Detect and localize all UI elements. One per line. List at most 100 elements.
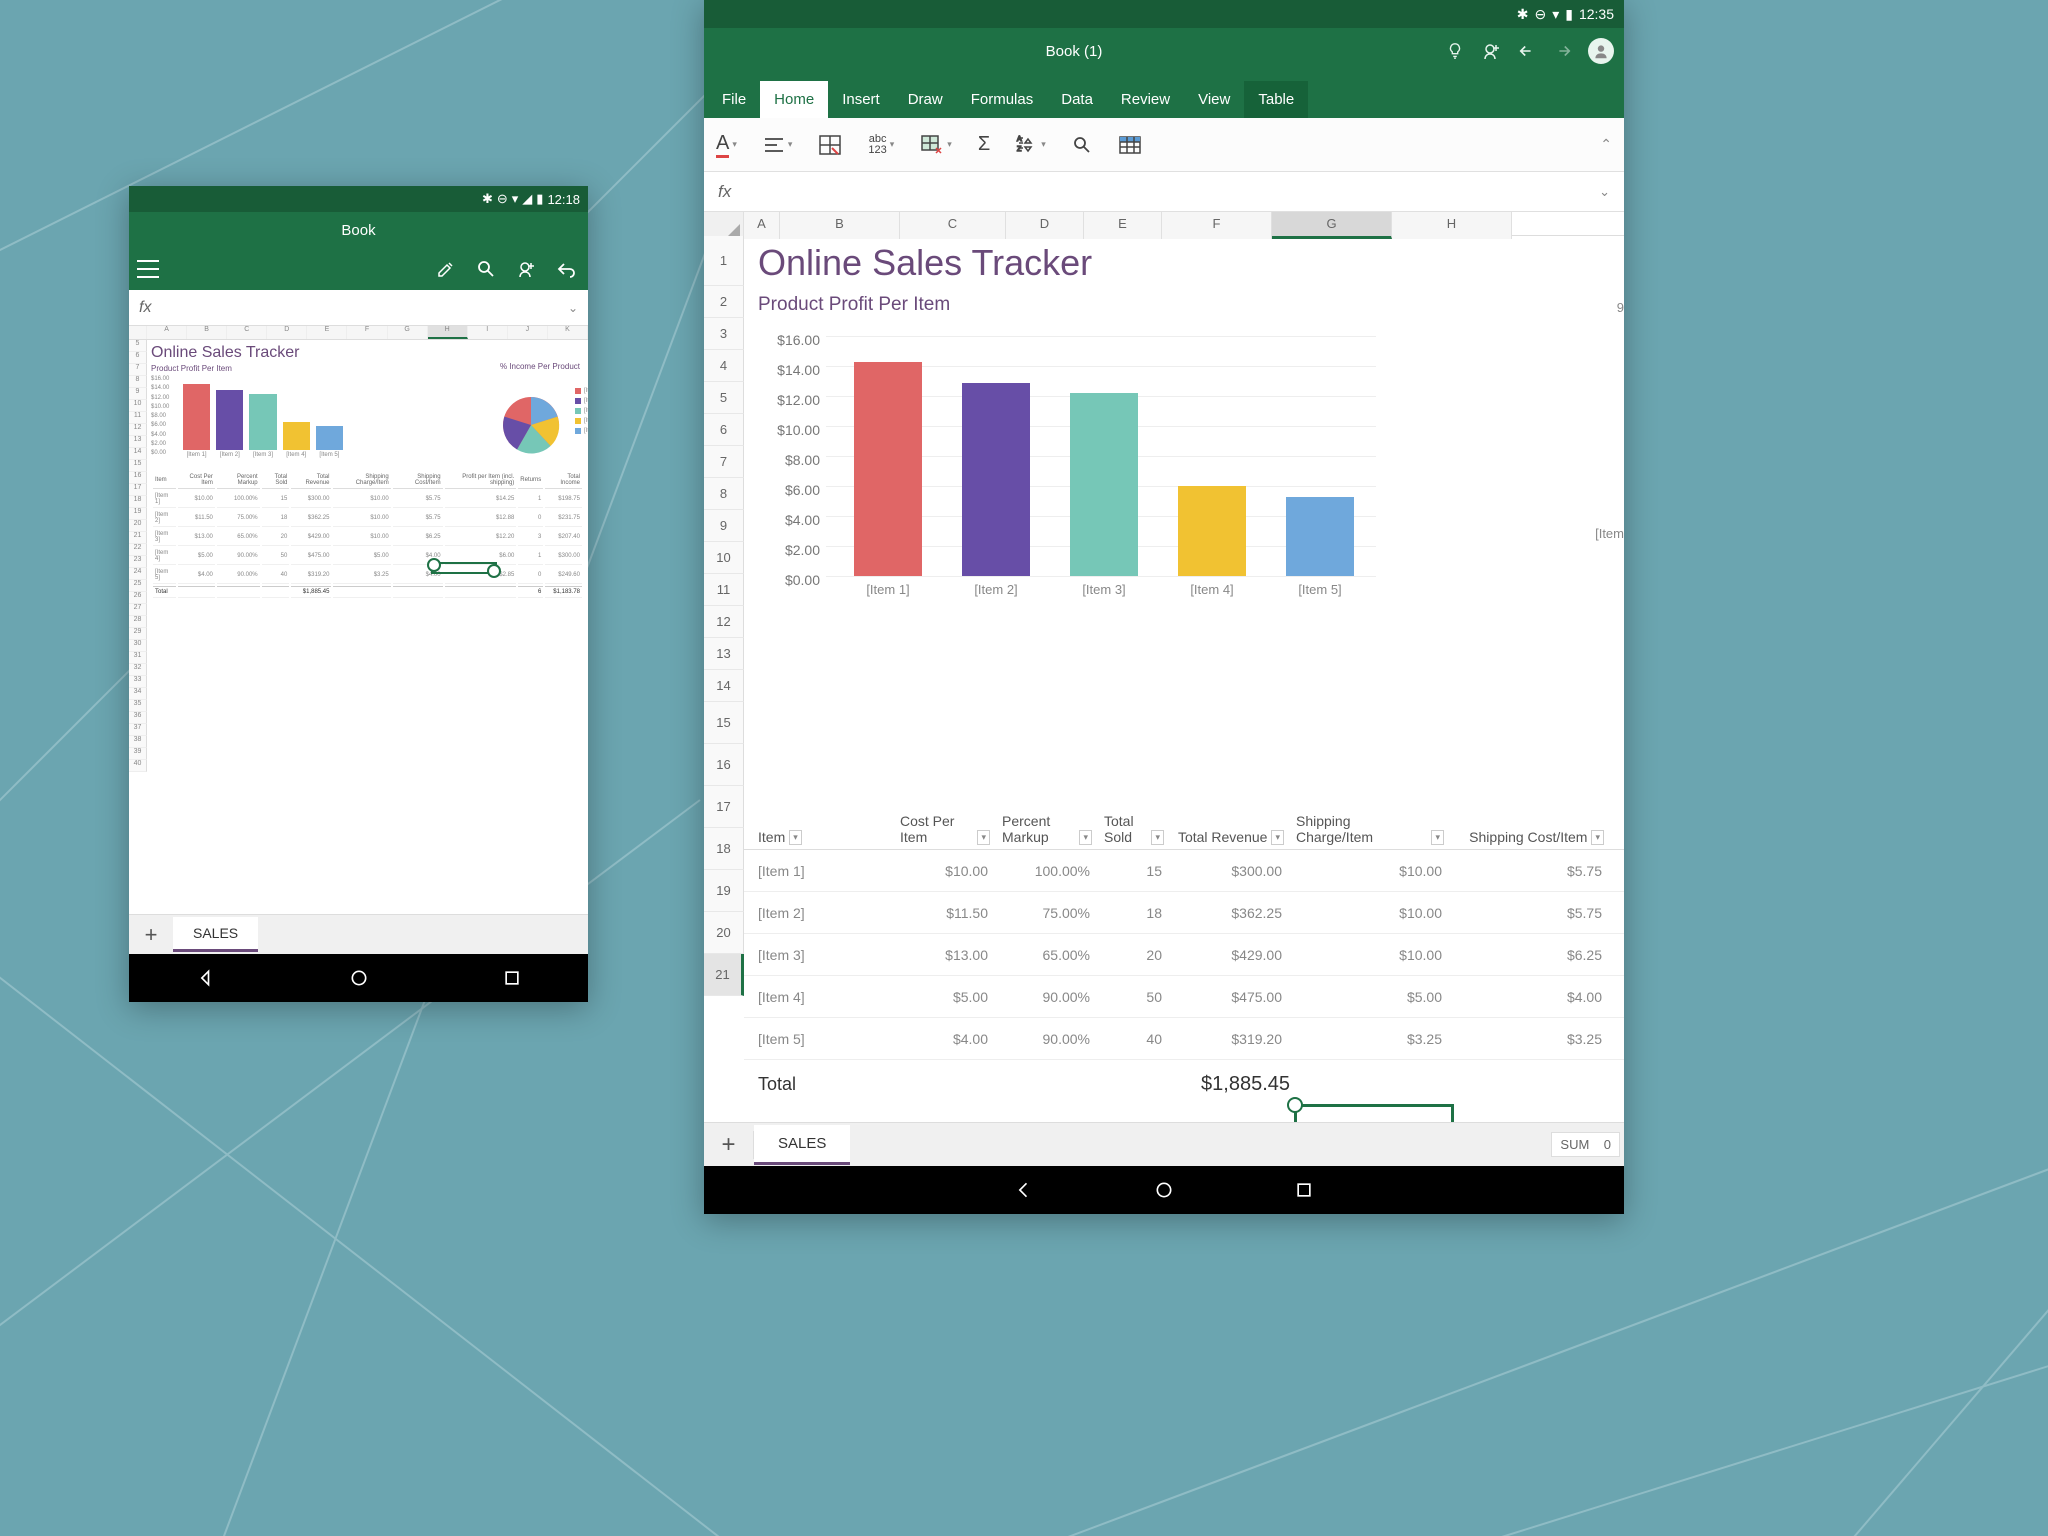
bar-3 bbox=[1070, 393, 1138, 576]
column-header[interactable]: Total Revenue▾ bbox=[1170, 825, 1290, 849]
hamburger-icon[interactable] bbox=[137, 260, 159, 278]
data-table[interactable]: Item▾Cost Per Item▾Percent Markup▾Total … bbox=[744, 794, 1624, 1108]
ribbon-tab-formulas[interactable]: Formulas bbox=[957, 81, 1048, 118]
back-icon[interactable] bbox=[1014, 1180, 1034, 1200]
tablet-titlebar: Book (1) bbox=[704, 28, 1624, 74]
select-all-corner[interactable] bbox=[704, 212, 744, 239]
tablet-sheet-tabs: + SALES SUM 0 bbox=[704, 1122, 1624, 1166]
total-label: Total bbox=[744, 1074, 894, 1095]
tablet-formula-bar[interactable]: fx ⌄ bbox=[704, 172, 1624, 212]
tablet-statusbar: ✱ ⊖ ▾ ▮ 12:35 bbox=[704, 0, 1624, 28]
column-header[interactable]: Item▾ bbox=[744, 825, 894, 849]
phone-device: ✱ ⊖ ▾ ◢ ▮ 12:18 Book fx ⌄ ABCDEFGHIJK 56… bbox=[129, 186, 588, 1002]
expand-icon[interactable]: ⌄ bbox=[568, 301, 578, 315]
bar-1 bbox=[854, 362, 922, 576]
recents-icon[interactable] bbox=[1294, 1180, 1314, 1200]
row-headers[interactable]: 123456789101112131415161718192021 bbox=[704, 236, 744, 996]
phone-formula-bar[interactable]: fx ⌄ bbox=[129, 290, 588, 326]
collapse-ribbon-icon[interactable]: ⌃ bbox=[1600, 136, 1612, 153]
row-headers[interactable]: 5678910111213141516171819202122232425262… bbox=[129, 340, 147, 772]
draw-icon[interactable] bbox=[432, 255, 460, 283]
chart-bars bbox=[834, 336, 1374, 576]
recents-icon[interactable] bbox=[502, 968, 522, 988]
undo-icon[interactable] bbox=[1512, 36, 1542, 66]
redo-icon[interactable] bbox=[1548, 36, 1578, 66]
phone-navbar bbox=[129, 954, 588, 1002]
y-axis: $16.00$14.00$12.00$10.00$8.00$6.00$4.00$… bbox=[756, 332, 820, 602]
total-row: Total $1,885.45 bbox=[744, 1060, 1624, 1108]
column-header[interactable]: Percent Markup▾ bbox=[996, 809, 1098, 849]
table-row[interactable]: [Item 3]$13.0065.00%20$429.00$10.00$6.25 bbox=[744, 934, 1624, 976]
chart2-title: % Income Per Product bbox=[500, 362, 580, 371]
bluetooth-icon: ✱ bbox=[1517, 6, 1529, 23]
back-icon[interactable] bbox=[196, 968, 216, 988]
table-button[interactable] bbox=[1118, 135, 1142, 155]
column-header[interactable]: Shipping Cost/Item▾ bbox=[1450, 825, 1610, 849]
search-icon[interactable] bbox=[472, 255, 500, 283]
bar-chart[interactable]: $16.00$14.00$12.00$10.00$8.00$6.00$4.00$… bbox=[756, 332, 1396, 642]
ribbon-tabs: FileHomeInsertDrawFormulasDataReviewView… bbox=[704, 74, 1624, 118]
cell-selection[interactable]: ▾ bbox=[1294, 1104, 1454, 1122]
fx-label: fx bbox=[139, 299, 151, 317]
column-header[interactable]: Cost Per Item▾ bbox=[894, 809, 996, 849]
ribbon-tab-draw[interactable]: Draw bbox=[894, 81, 957, 118]
tablet-device: ✱ ⊖ ▾ ▮ 12:35 Book (1) FileHomeInsertDra… bbox=[704, 0, 1624, 1214]
cell-selection[interactable] bbox=[431, 562, 497, 574]
ribbon-tab-insert[interactable]: Insert bbox=[828, 81, 894, 118]
ribbon-tab-data[interactable]: Data bbox=[1047, 81, 1107, 118]
bar-chart-small[interactable]: $16.00$14.00$12.00$10.00$8.00$6.00$4.00$… bbox=[151, 376, 351, 462]
number-format-button[interactable]: abc123▾ bbox=[868, 134, 894, 156]
share-icon[interactable] bbox=[512, 255, 540, 283]
cell-styles-button[interactable]: ▾ bbox=[920, 134, 952, 156]
align-button[interactable]: ▾ bbox=[763, 136, 793, 154]
home-icon[interactable] bbox=[1154, 1180, 1174, 1200]
tablet-spreadsheet[interactable]: ABCDEFGH 1234567891011121314151617181920… bbox=[704, 212, 1624, 1122]
wifi-icon: ▾ bbox=[1552, 6, 1559, 23]
font-button[interactable]: A▾ bbox=[716, 132, 737, 158]
bar-5 bbox=[1286, 497, 1354, 576]
column-header[interactable]: Total Sold▾ bbox=[1098, 809, 1170, 849]
column-headers[interactable]: ABCDEFGH bbox=[704, 212, 1624, 236]
total-value: $1,885.45 bbox=[1170, 1073, 1290, 1096]
table-row[interactable]: [Item 4]$5.0090.00%50$475.00$5.00$4.00 bbox=[744, 976, 1624, 1018]
data-table-small[interactable]: ItemCost Per ItemPercent MarkupTotal Sol… bbox=[151, 470, 584, 600]
column-header[interactable]: Shipping Charge/Item▾ bbox=[1290, 809, 1450, 849]
undo-icon[interactable] bbox=[552, 255, 580, 283]
status-sum[interactable]: SUM 0 bbox=[1551, 1132, 1620, 1157]
cutoff-label: [Item bbox=[1595, 526, 1624, 541]
ribbon-tab-file[interactable]: File bbox=[708, 81, 760, 118]
document-title: Book bbox=[341, 222, 375, 239]
table-row[interactable]: [Item 2]$11.5075.00%18$362.25$10.00$5.75 bbox=[744, 892, 1624, 934]
add-sheet-button[interactable]: + bbox=[704, 1131, 754, 1159]
find-button[interactable] bbox=[1072, 135, 1092, 155]
pie-chart-small[interactable] bbox=[496, 390, 566, 460]
lightbulb-icon[interactable] bbox=[1440, 36, 1470, 66]
account-avatar[interactable] bbox=[1588, 38, 1614, 64]
sheet-title: Online Sales Tracker bbox=[744, 236, 1624, 290]
format-cells-button[interactable] bbox=[818, 134, 842, 156]
ribbon-tab-home[interactable]: Home bbox=[760, 81, 828, 118]
x-axis-labels: [Item 1][Item 2][Item 3][Item 4][Item 5] bbox=[834, 582, 1374, 597]
table-row[interactable]: [Item 1]$10.00100.00%15$300.00$10.00$5.7… bbox=[744, 850, 1624, 892]
table-row[interactable]: [Item 5]$4.0090.00%40$319.20$3.25$3.25 bbox=[744, 1018, 1624, 1060]
ribbon-tab-table[interactable]: Table bbox=[1244, 81, 1308, 118]
share-icon[interactable] bbox=[1476, 36, 1506, 66]
sheet-tab-sales[interactable]: SALES bbox=[754, 1125, 850, 1165]
tablet-navbar bbox=[704, 1166, 1624, 1214]
phone-titlebar: Book bbox=[129, 212, 588, 248]
signal-icon: ◢ bbox=[522, 191, 532, 207]
sort-filter-button[interactable]: AZ▾ bbox=[1016, 135, 1046, 155]
ribbon-tab-view[interactable]: View bbox=[1184, 81, 1244, 118]
ribbon-toolbar: A▾ ▾ abc123▾ ▾ Σ AZ▾ ⌃ bbox=[704, 118, 1624, 172]
column-headers[interactable]: ABCDEFGHIJK bbox=[129, 326, 588, 340]
sheet-tab-sales[interactable]: SALES bbox=[173, 917, 258, 952]
home-icon[interactable] bbox=[349, 968, 369, 988]
table-header[interactable]: Item▾Cost Per Item▾Percent Markup▾Total … bbox=[744, 794, 1624, 850]
ribbon-tab-review[interactable]: Review bbox=[1107, 81, 1184, 118]
cutoff-label: 9 bbox=[1617, 300, 1624, 315]
autosum-button[interactable]: Σ bbox=[978, 133, 990, 156]
phone-spreadsheet[interactable]: ABCDEFGHIJK 5678910111213141516171819202… bbox=[129, 326, 588, 914]
add-sheet-button[interactable]: + bbox=[129, 922, 173, 948]
battery-icon: ▮ bbox=[536, 191, 543, 207]
expand-icon[interactable]: ⌄ bbox=[1599, 184, 1610, 200]
